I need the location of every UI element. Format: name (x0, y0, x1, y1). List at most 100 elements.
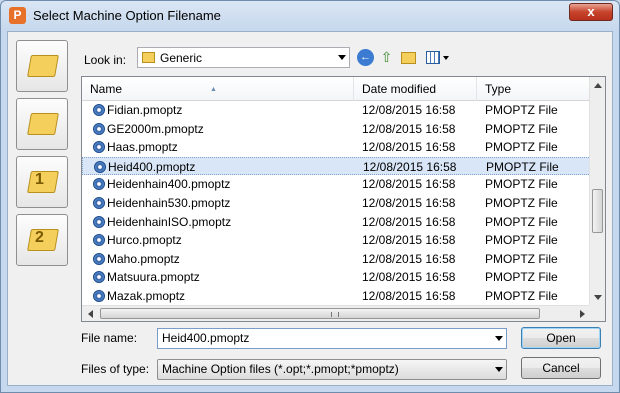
pmoptz-file-icon (93, 234, 105, 247)
file-type-dropdown[interactable]: Machine Option files (*.opt;*.pmopt;*pmo… (157, 359, 507, 380)
chevron-down-icon (338, 55, 346, 60)
file-name-cell: Heidenhain530.pmoptz (107, 195, 231, 210)
file-type-value: Machine Option files (*.opt;*.pmopt;*pmo… (162, 362, 399, 376)
place-label-1: 1 (35, 171, 44, 188)
look-in-dropdown[interactable]: Generic (137, 47, 350, 68)
computer-folder-icon (27, 55, 59, 77)
file-type-cell: PMOPTZ File (485, 121, 558, 136)
horizontal-scrollbar[interactable] (82, 305, 591, 321)
vertical-scrollbar[interactable] (589, 77, 605, 306)
file-type-cell: PMOPTZ File (486, 159, 559, 174)
places-bar: 1 2 (16, 40, 70, 272)
pmoptz-file-icon (93, 196, 105, 209)
app-icon: P (9, 7, 26, 24)
grip-icon (331, 312, 339, 317)
file-date-cell: 12/08/2015 16:58 (362, 214, 456, 229)
pmoptz-file-icon (93, 104, 105, 116)
place-label-2: 2 (35, 229, 44, 246)
file-name-cell: Heid400.pmoptz (108, 159, 196, 174)
file-name-label: File name: (81, 331, 138, 345)
file-row[interactable]: Heidenhain400.pmoptz 12/08/2015 16:58 PMOP… (82, 175, 591, 194)
file-row[interactable]: HeidenhainISO.pmoptz 12/08/2015 16:58 PMOP… (82, 213, 591, 232)
file-date-cell: 12/08/2015 16:58 (362, 270, 456, 285)
chevron-down-icon (495, 367, 503, 372)
file-row[interactable]: Fidian.pmoptz 12/08/2015 16:58 PMOPTZ File (82, 101, 591, 120)
file-row[interactable]: Heidenhain530.pmoptz 12/08/2015 16:58 PMOP… (82, 194, 591, 213)
file-name-cell: Mazak.pmoptz (107, 288, 186, 303)
file-type-cell: PMOPTZ File (485, 103, 558, 117)
place-button-2[interactable] (16, 98, 68, 150)
pmoptz-file-icon (94, 160, 106, 173)
up-folder-icon: ⇧ (380, 49, 393, 65)
file-date-cell: 12/08/2015 16:58 (362, 177, 456, 192)
horizontal-scroll-thumb[interactable] (100, 308, 540, 319)
file-row[interactable]: Haas.pmoptz 12/08/2015 16:58 PMOPTZ File (82, 138, 591, 157)
column-header-date[interactable]: Date modified (354, 77, 477, 101)
pmoptz-file-icon (93, 271, 105, 284)
vertical-scroll-thumb[interactable] (592, 189, 603, 233)
column-header-name[interactable]: Name ▲ (82, 77, 354, 101)
pmoptz-file-icon (93, 215, 105, 228)
scrollbar-corner (589, 305, 605, 321)
file-date-cell: 12/08/2015 16:58 (363, 159, 457, 174)
chevron-down-icon[interactable] (495, 336, 503, 341)
file-name-cell: HeidenhainISO.pmoptz (107, 214, 232, 229)
file-name-cell: Heidenhain400.pmoptz (107, 177, 231, 192)
look-in-label: Look in: (84, 53, 127, 67)
pmoptz-file-icon (93, 122, 105, 135)
file-type-cell: PMOPTZ File (485, 177, 558, 192)
up-folder-button[interactable]: ⇧ (378, 49, 395, 66)
folder-icon (142, 52, 155, 63)
file-row[interactable]: Mazak.pmoptz 12/08/2015 16:58 PMOPTZ File (82, 287, 591, 306)
look-in-value: Generic (160, 51, 203, 65)
chevron-down-icon (443, 56, 449, 60)
scroll-down-icon[interactable] (594, 295, 602, 300)
file-type-cell: PMOPTZ File (485, 251, 558, 266)
place-button-3[interactable]: 1 (16, 156, 68, 208)
place-button-4[interactable]: 2 (16, 214, 68, 266)
new-folder-button[interactable] (401, 52, 416, 64)
file-date-cell: 12/08/2015 16:58 (362, 251, 456, 266)
file-row[interactable]: Maho.pmoptz 12/08/2015 16:58 PMOPTZ File (82, 250, 591, 269)
file-row[interactable]: GE2000m.pmoptz 12/08/2015 16:58 PMOPTZ Fil… (82, 120, 591, 139)
column-header-type[interactable]: Type (477, 77, 591, 101)
file-date-cell: 12/08/2015 16:58 (362, 121, 456, 136)
file-type-cell: PMOPTZ File (485, 140, 558, 155)
file-date-cell: 12/08/2015 16:58 (362, 103, 456, 117)
file-name-input[interactable]: Heid400.pmoptz (157, 328, 507, 349)
file-rows: Fidian.pmoptz 12/08/2015 16:58 PMOPTZ File… (82, 101, 591, 306)
file-row[interactable]: Hurco.pmoptz 12/08/2015 16:58 PMOPTZ File (82, 231, 591, 250)
place-button-1[interactable] (16, 40, 68, 92)
title-bar[interactable]: P Select Machine Option Filename x (1, 1, 619, 31)
dialog-body: 1 2 Look in: Generic ← ⇧ Name ▲ Date modi… (7, 31, 613, 386)
file-row[interactable]: Matsuura.pmoptz 12/08/2015 16:58 PMOPTZ Fi… (82, 268, 591, 287)
file-name-cell: Matsuura.pmoptz (107, 270, 200, 285)
file-type-cell: PMOPTZ File (485, 270, 558, 285)
view-menu-button[interactable] (426, 49, 452, 66)
open-button[interactable]: Open (521, 327, 601, 349)
file-name-cell: GE2000m.pmoptz (107, 121, 204, 136)
dialog-title: Select Machine Option Filename (33, 8, 221, 23)
file-name-cell: Haas.pmoptz (107, 140, 178, 155)
pmoptz-file-icon (93, 178, 105, 191)
file-name-cell: Hurco.pmoptz (107, 233, 182, 248)
scroll-right-icon[interactable] (580, 310, 585, 318)
file-type-cell: PMOPTZ File (485, 233, 558, 248)
star-folder-icon (27, 113, 59, 135)
back-button[interactable]: ← (357, 49, 374, 66)
column-type-label: Type (485, 82, 512, 96)
file-name-cell: Maho.pmoptz (107, 251, 180, 266)
scroll-up-icon[interactable] (594, 83, 602, 88)
column-name-label: Name (90, 82, 123, 96)
file-type-cell: PMOPTZ File (485, 288, 558, 303)
cancel-button[interactable]: Cancel (521, 357, 601, 379)
file-date-cell: 12/08/2015 16:58 (362, 288, 456, 303)
back-arrow-icon: ← (360, 51, 371, 63)
sort-ascending-icon: ▲ (210, 86, 217, 93)
scroll-left-icon[interactable] (88, 310, 93, 318)
file-list[interactable]: Name ▲ Date modified Type Fidian.pmoptz 12… (81, 76, 606, 322)
close-button[interactable]: x (569, 3, 613, 21)
pmoptz-file-icon (93, 141, 105, 154)
file-row[interactable]: Heid400.pmoptz 12/08/2015 16:58 PMOPTZ Fil… (82, 156, 591, 176)
file-date-cell: 12/08/2015 16:58 (362, 140, 456, 155)
